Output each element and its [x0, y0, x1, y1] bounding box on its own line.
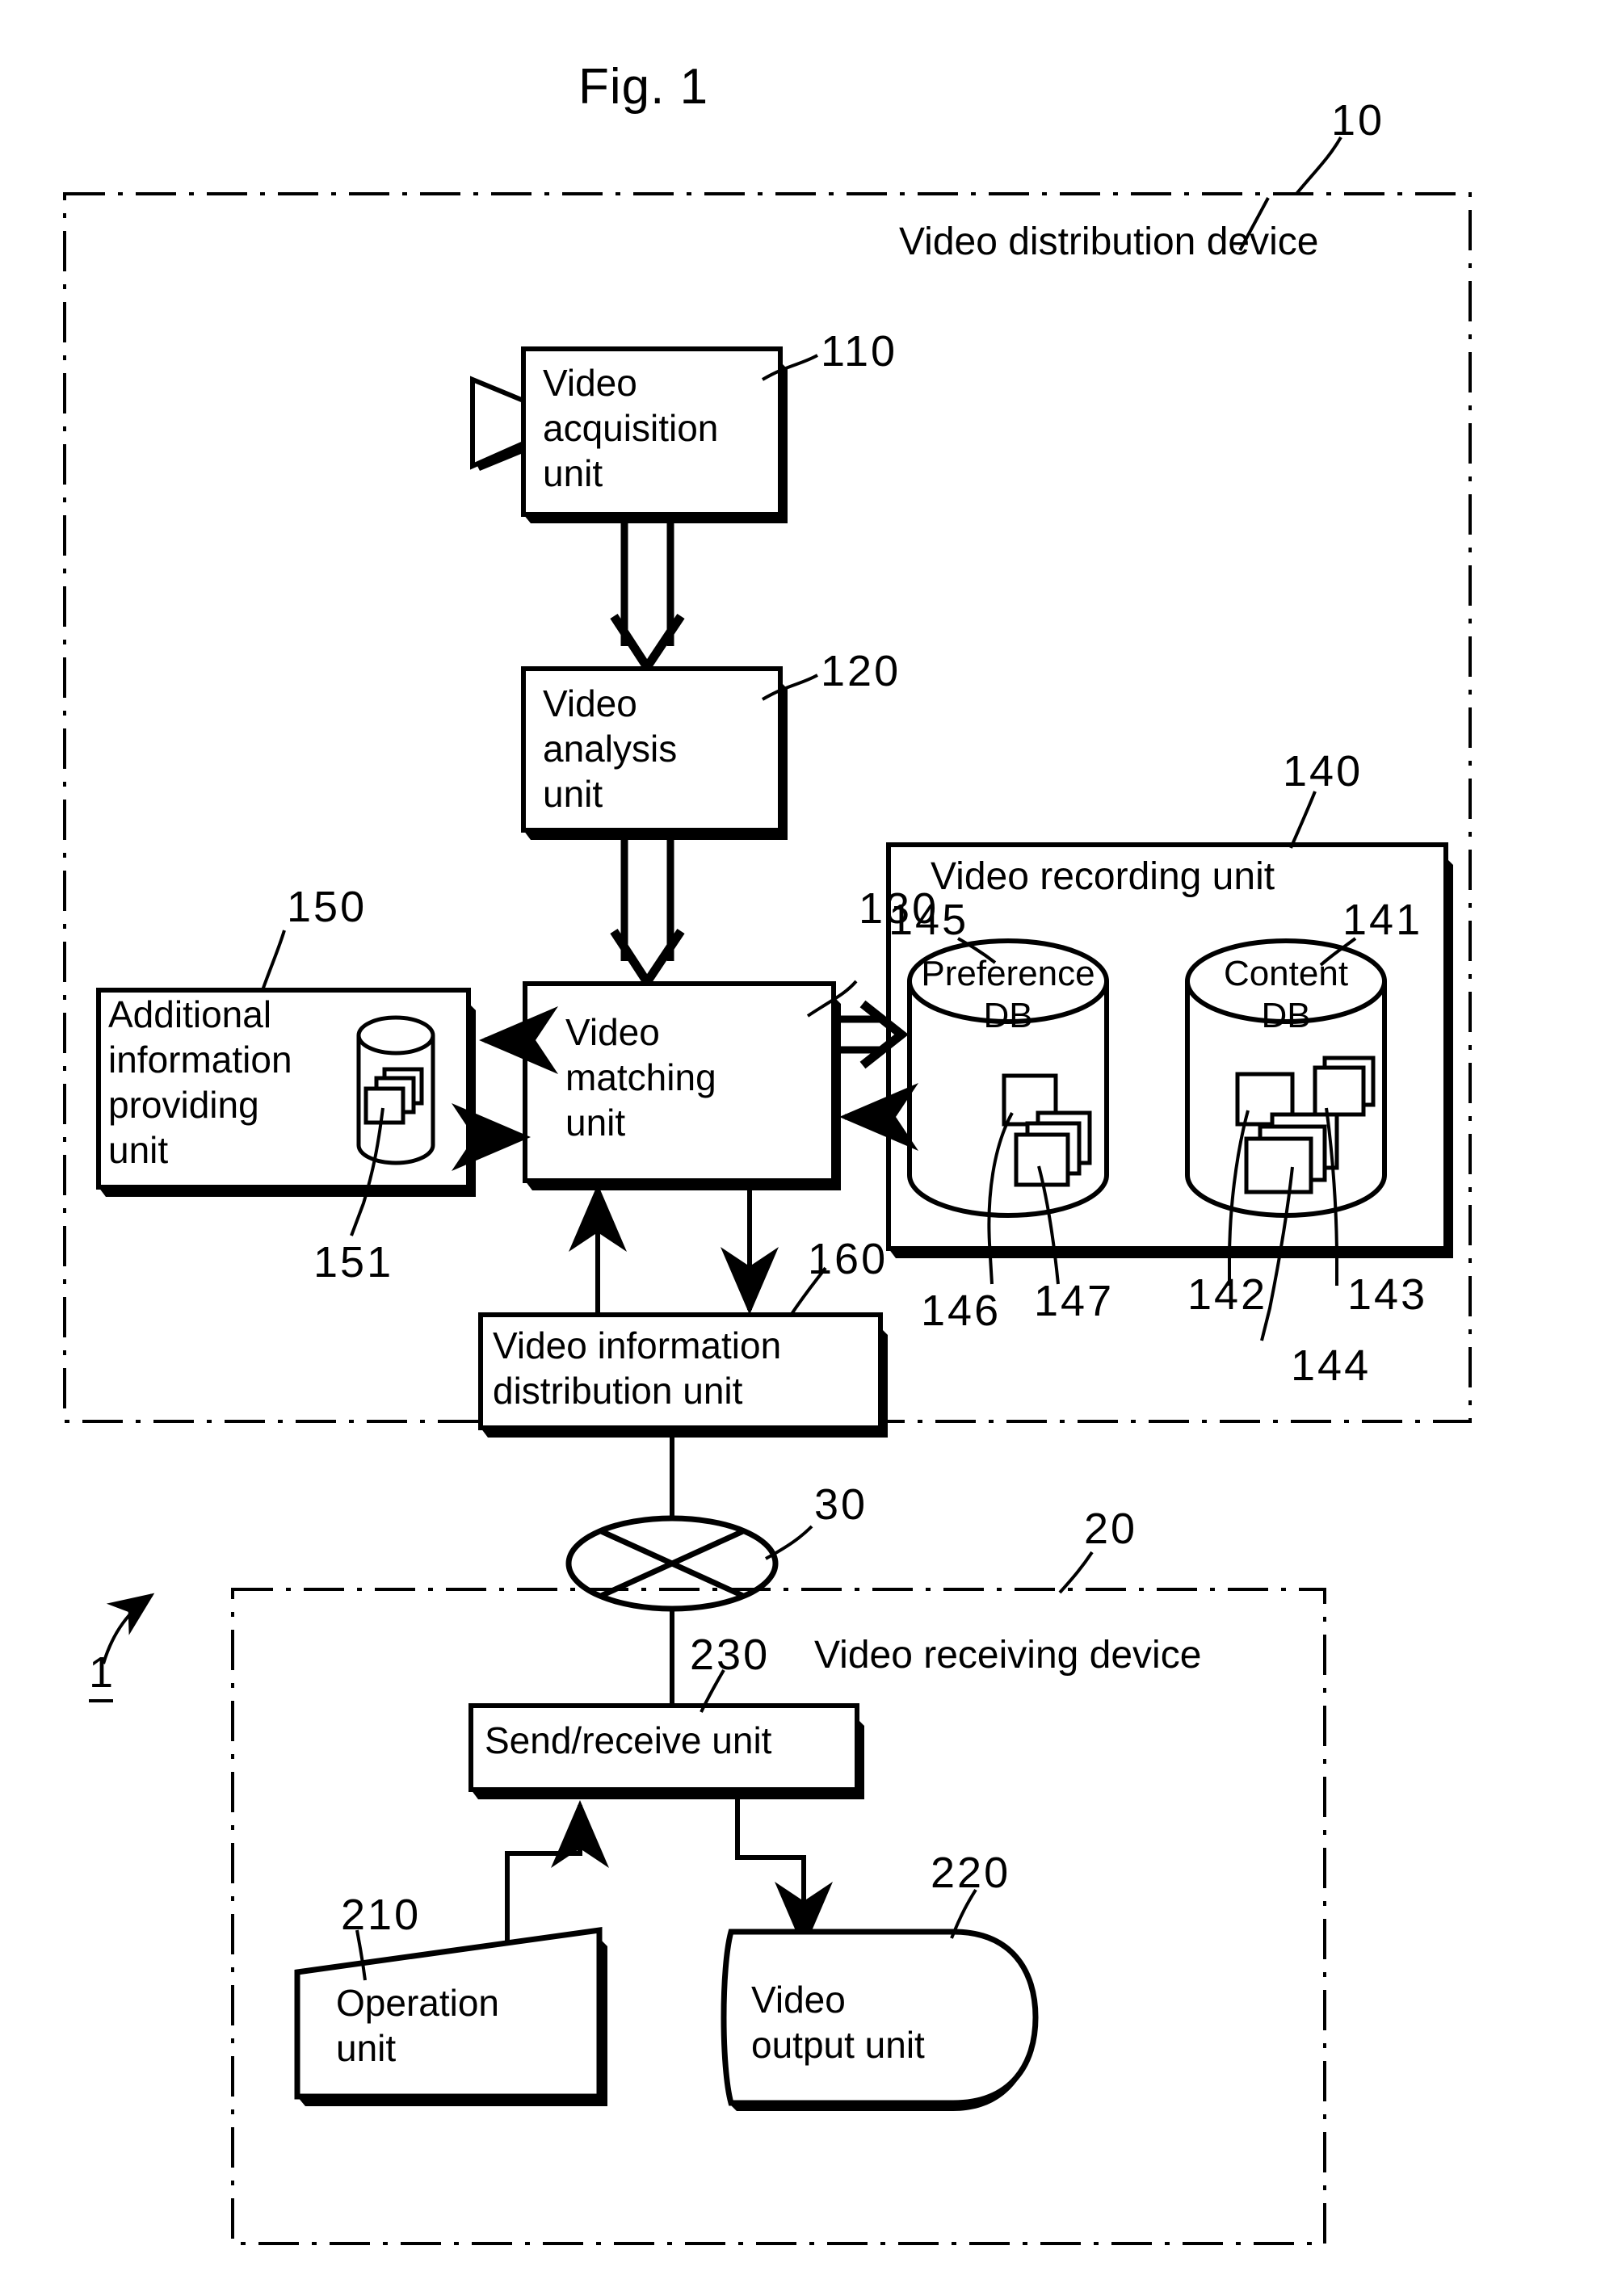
content-db-label: Content DB [1223, 954, 1349, 1035]
distribution-device-label: Video distribution device [899, 220, 1319, 263]
leader-10 [1295, 136, 1342, 195]
ref-number-145: 145 [889, 896, 969, 944]
video-acquisition-unit-label: Video acquisition unit [543, 362, 719, 494]
ref-number-230: 230 [690, 1631, 771, 1679]
ref-number-150: 150 [287, 883, 368, 931]
ref-number-220: 220 [931, 1849, 1011, 1897]
preference-db-label: Preference DB [921, 954, 1095, 1035]
send-receive-unit-label: Send/receive unit [485, 1719, 772, 1761]
leader-20 [1058, 1551, 1094, 1594]
content-db-item-143 [1313, 1056, 1376, 1117]
ref-number-20: 20 [1084, 1505, 1138, 1553]
additional-info-database-icon [356, 1015, 435, 1165]
ref-number-10: 10 [1331, 96, 1385, 145]
ref-number-144: 144 [1291, 1341, 1372, 1390]
ref-number-151: 151 [313, 1238, 394, 1287]
video-matching-unit-label: Video matching unit [565, 1011, 716, 1144]
system-reference-number: 1 [89, 1647, 114, 1702]
arrow-sendreceive-to-videooutput [735, 1799, 833, 1950]
ref-number-160: 160 [808, 1235, 889, 1283]
figure-title: Fig. 1 [578, 59, 709, 115]
video-information-distribution-unit-label: Video information distribution unit [493, 1324, 782, 1412]
video-recording-unit-label: Video recording unit [931, 855, 1275, 898]
leader-30 [765, 1525, 813, 1560]
ref-number-141: 141 [1342, 896, 1423, 944]
leader-150 [261, 930, 286, 991]
leader-140 [1289, 791, 1317, 849]
operation-unit-label: Operation unit [336, 1982, 500, 2069]
ref-number-30: 30 [814, 1480, 868, 1529]
ref-number-210: 210 [341, 1891, 422, 1939]
ref-number-140: 140 [1283, 747, 1363, 795]
network-cloud-icon [565, 1515, 779, 1612]
ref-number-110: 110 [821, 327, 898, 376]
additional-info-unit-label: Additional information providing unit [108, 993, 292, 1171]
ref-number-143: 143 [1347, 1270, 1428, 1319]
receiving-device-label: Video receiving device [814, 1634, 1202, 1677]
video-analysis-unit-label: Video analysis unit [543, 682, 678, 815]
patent-figure-page: Fig. 1 10 Video distribution device 110 … [0, 0, 1605, 2296]
ref-number-120: 120 [821, 647, 901, 695]
ref-number-146: 146 [921, 1287, 1002, 1335]
ref-number-147: 147 [1034, 1277, 1115, 1325]
preference-db-item-stack [1014, 1110, 1092, 1187]
ref-number-142: 142 [1187, 1270, 1268, 1319]
video-output-unit-label: Video output unit [751, 1979, 925, 2066]
